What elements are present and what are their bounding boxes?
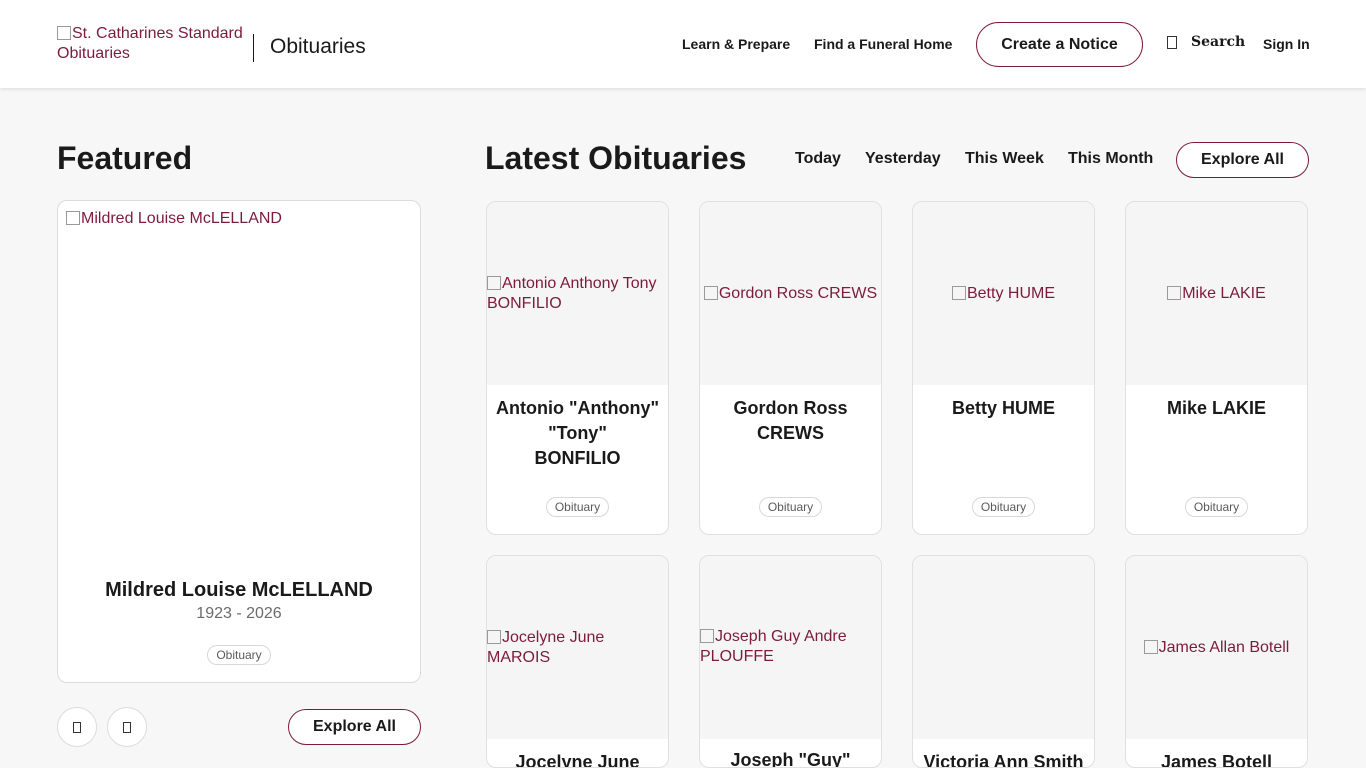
- obituary-image: Mike LAKIE: [1126, 202, 1307, 385]
- obituary-image: James Allan Botell: [1126, 556, 1307, 739]
- obituary-image-alt: James Allan Botell: [1126, 638, 1307, 658]
- image-alt-text: Jocelyne June MAROIS: [487, 629, 605, 666]
- filter-yesterday[interactable]: Yesterday: [865, 150, 941, 168]
- name-line: Mike LAKIE: [1166, 398, 1267, 418]
- obituary-image-alt: Joseph Guy Andre PLOUFFE: [700, 627, 881, 667]
- filter-this-week[interactable]: This Week: [965, 150, 1044, 168]
- obituary-image: Betty HUME: [913, 202, 1094, 385]
- obituary-name: Betty HUME: [919, 396, 1088, 421]
- name-line: James Botell: [1160, 752, 1273, 768]
- obituary-card[interactable]: Betty HUME Betty HUME Obituary: [912, 201, 1095, 535]
- obituary-image-alt: Jocelyne June MAROIS: [487, 628, 668, 668]
- broken-image-icon: [1167, 286, 1182, 300]
- name-line: Gordon Ross: [733, 398, 848, 418]
- obituary-card[interactable]: Joseph Guy Andre PLOUFFE Joseph "Guy": [699, 555, 882, 768]
- obituary-name: Antonio "Anthony" "Tony" BONFILIO: [493, 396, 662, 471]
- obituary-card[interactable]: Victoria Ann Smith: [912, 555, 1095, 768]
- header-divider: [253, 34, 254, 62]
- site-header: St. Catharines Standard Obituaries Obitu…: [0, 0, 1366, 88]
- obituary-name: James Botell: [1132, 750, 1301, 768]
- obituary-image: Antonio Anthony Tony BONFILIO: [487, 202, 668, 385]
- featured-tag-wrap: Obituary: [58, 645, 420, 665]
- latest-explore-all-button[interactable]: Explore All: [1176, 142, 1309, 178]
- obituary-image: Jocelyne June MAROIS: [487, 556, 668, 739]
- obituary-tag: Obituary: [207, 645, 271, 665]
- obituary-image: [913, 556, 1094, 739]
- image-alt-text: Betty HUME: [966, 285, 1055, 302]
- featured-explore-all-button[interactable]: Explore All: [288, 709, 421, 745]
- name-line: BONFILIO: [534, 448, 621, 468]
- featured-next-button[interactable]: [107, 707, 147, 747]
- obituary-name: Jocelyne June: [493, 750, 662, 768]
- name-line: Betty HUME: [951, 398, 1055, 418]
- name-line: Joseph "Guy": [730, 750, 851, 768]
- obituary-image-alt: Gordon Ross CREWS: [700, 284, 881, 304]
- obituary-tag: Obituary: [758, 497, 823, 517]
- obituary-image: Gordon Ross CREWS: [700, 202, 881, 385]
- card-tag-wrap: Obituary: [913, 497, 1094, 517]
- obituary-image: Joseph Guy Andre PLOUFFE: [700, 556, 881, 739]
- image-alt-text: Gordon Ross CREWS: [718, 285, 878, 302]
- search-button[interactable]: Search: [1167, 34, 1245, 50]
- image-alt-text: Joseph Guy Andre PLOUFFE: [700, 628, 847, 665]
- featured-name: Mildred Louise McLELLAND: [105, 579, 373, 601]
- obituary-tag: Obituary: [971, 497, 1036, 517]
- name-line: Jocelyne June: [515, 752, 640, 768]
- image-alt-text: Antonio Anthony Tony BONFILIO: [487, 275, 657, 312]
- name-line: Antonio "Anthony": [495, 398, 660, 418]
- obituary-image-alt: Mike LAKIE: [1126, 284, 1307, 304]
- broken-image-icon: [66, 211, 80, 225]
- featured-prev-button[interactable]: [57, 707, 97, 747]
- site-logo[interactable]: St. Catharines Standard Obituaries: [57, 24, 247, 64]
- obituary-card[interactable]: Jocelyne June MAROIS Jocelyne June: [486, 555, 669, 768]
- search-label: Search: [1191, 34, 1246, 50]
- featured-image: Mildred Louise McLELLAND: [66, 210, 282, 228]
- obituary-tag: Obituary: [545, 497, 610, 517]
- broken-image-icon: [57, 26, 71, 40]
- obituary-name: Gordon Ross CREWS: [706, 396, 875, 446]
- broken-image-icon: [951, 286, 966, 300]
- broken-image-icon: [487, 276, 501, 290]
- brand-title[interactable]: Obituaries: [270, 35, 366, 59]
- latest-heading: Latest Obituaries: [485, 140, 747, 176]
- obituary-tag: Obituary: [1184, 497, 1249, 517]
- chevron-left-icon: [73, 721, 81, 733]
- nav-find-funeral-home[interactable]: Find a Funeral Home: [814, 36, 952, 52]
- obituary-card[interactable]: Antonio Anthony Tony BONFILIO Antonio "A…: [486, 201, 669, 535]
- broken-image-icon: [487, 630, 501, 644]
- featured-card[interactable]: Mildred Louise McLELLAND Mildred Louise …: [57, 200, 421, 683]
- card-tag-wrap: Obituary: [487, 497, 668, 517]
- filter-today[interactable]: Today: [795, 150, 841, 168]
- broken-image-icon: [1143, 640, 1158, 654]
- sign-in-link[interactable]: Sign In: [1263, 36, 1310, 52]
- obituary-card[interactable]: Gordon Ross CREWS Gordon Ross CREWS Obit…: [699, 201, 882, 535]
- obituary-image-alt: Antonio Anthony Tony BONFILIO: [487, 274, 668, 314]
- featured-image-alt: Mildred Louise McLELLAND: [81, 210, 282, 227]
- broken-image-icon: [700, 629, 714, 643]
- nav-learn-prepare[interactable]: Learn & Prepare: [682, 36, 790, 52]
- image-alt-text: Mike LAKIE: [1182, 285, 1266, 302]
- obituary-name: Joseph "Guy": [706, 748, 875, 768]
- obituary-name: Mike LAKIE: [1132, 396, 1301, 421]
- card-tag-wrap: Obituary: [700, 497, 881, 517]
- featured-dates: 1923 - 2026: [196, 605, 282, 622]
- image-alt-text: James Allan Botell: [1158, 639, 1290, 656]
- obituary-image-alt: Betty HUME: [913, 284, 1094, 304]
- name-line: Victoria Ann Smith: [923, 752, 1084, 768]
- create-notice-button[interactable]: Create a Notice: [976, 22, 1143, 67]
- obituary-card[interactable]: James Allan Botell James Botell: [1125, 555, 1308, 768]
- card-tag-wrap: Obituary: [1126, 497, 1307, 517]
- logo-alt-text: St. Catharines Standard Obituaries: [57, 25, 243, 62]
- chevron-right-icon: [123, 721, 131, 733]
- filter-this-month[interactable]: This Month: [1068, 150, 1153, 168]
- name-line: CREWS: [757, 423, 824, 443]
- broken-image-icon: [703, 286, 718, 300]
- obituary-card[interactable]: Mike LAKIE Mike LAKIE Obituary: [1125, 201, 1308, 535]
- obituary-name: Victoria Ann Smith: [919, 750, 1088, 768]
- name-line: "Tony": [548, 423, 607, 443]
- featured-heading: Featured: [57, 140, 193, 176]
- search-icon: [1167, 35, 1177, 49]
